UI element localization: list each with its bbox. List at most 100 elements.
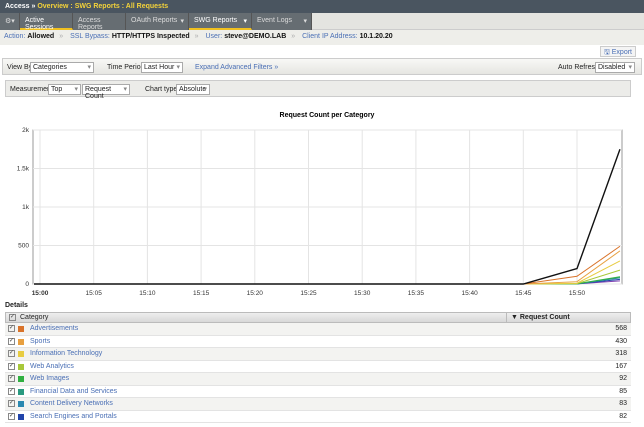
row-checkbox[interactable]: ✓ [8, 387, 15, 395]
auto-refresh-label: Auto Refresh [558, 64, 599, 71]
y-tick-label: 0 [25, 281, 29, 288]
table-header: ✓ Category ▼ Request Count [5, 312, 631, 323]
user-filter-label[interactable]: User: [206, 33, 223, 40]
color-swatch [18, 388, 24, 395]
request-count: 92 [619, 375, 627, 382]
category-link[interactable]: Advertisements [30, 325, 78, 332]
chart-type-select[interactable]: Absolute [176, 84, 210, 95]
ssl-filter-label[interactable]: SSL Bypass: [70, 33, 110, 40]
y-tick-label: 2k [22, 127, 30, 134]
row-checkbox[interactable]: ✓ [8, 412, 15, 420]
table-row: ✓ Financial Data and Services 85 [5, 386, 631, 398]
table-row: ✓ Sports 430 [5, 336, 631, 348]
table-row: ✓ Search Engines and Portals 82 [5, 411, 631, 423]
measurement-select[interactable]: Top [48, 84, 81, 95]
x-tick-label: 15:00 [32, 290, 49, 297]
tab-label: Event Logs [257, 17, 293, 24]
request-count: 430 [615, 337, 627, 345]
expand-filters-link[interactable]: Expand Advanced Filters » [195, 64, 278, 71]
x-tick-label: 15:25 [300, 290, 317, 297]
tab-label: OAuth Reports [131, 17, 178, 24]
category-link[interactable]: Information Technology [30, 350, 102, 357]
category-column-header[interactable]: Category [20, 314, 48, 321]
tab-bar: ⚙▾ Active Sessions Access Reports OAuth … [0, 13, 644, 31]
request-count: 85 [619, 387, 627, 395]
y-tick-label: 1k [22, 204, 30, 211]
row-checkbox[interactable]: ✓ [8, 362, 15, 370]
color-swatch [18, 338, 24, 345]
category-link[interactable]: Content Delivery Networks [30, 400, 113, 407]
x-tick-label: 15:30 [354, 290, 371, 297]
metric-select[interactable]: Request Count [82, 84, 130, 100]
row-checkbox[interactable]: ✓ [8, 325, 15, 332]
table-row: ✓ Content Delivery Networks 83 [5, 398, 631, 411]
export-button[interactable]: 🖫 Export [599, 46, 636, 57]
color-swatch [18, 363, 24, 370]
table-row: ✓ Web Analytics 167 [5, 361, 631, 373]
color-swatch [18, 376, 24, 382]
color-swatch [18, 326, 24, 332]
tab-swg-reports[interactable]: SWG Reports ▾ [189, 13, 252, 30]
table-row: ✓ Web Images 92 [5, 373, 631, 386]
request-count: 318 [615, 350, 627, 357]
tab-label: SWG Reports [194, 17, 238, 24]
tab-oauth-reports[interactable]: OAuth Reports ▾ [126, 13, 189, 30]
tab-label: Access Reports [78, 17, 103, 31]
export-label: Export [611, 49, 632, 56]
request-count: 568 [615, 325, 627, 332]
row-checkbox[interactable]: ✓ [8, 337, 15, 345]
view-toolbar: View By: Categories Time Period: Last Ho… [2, 58, 642, 75]
request-count: 83 [619, 400, 627, 407]
details-title: Details [5, 302, 28, 309]
x-tick-label: 15:15 [193, 290, 210, 297]
category-link[interactable]: Web Analytics [30, 363, 74, 370]
time-period-select[interactable]: Last Hour [141, 62, 183, 73]
action-filter-value: Allowed [27, 33, 55, 40]
category-link[interactable]: Sports [30, 338, 50, 345]
row-checkbox[interactable]: ✓ [8, 375, 15, 382]
color-swatch [18, 401, 24, 407]
tab-active-sessions[interactable]: Active Sessions [20, 13, 73, 31]
section-title: Access [5, 3, 30, 10]
breadcrumb[interactable]: Overview : SWG Reports : All Requests [37, 3, 168, 10]
sep: » [31, 3, 36, 10]
gear-menu-button[interactable]: ⚙▾ [0, 13, 20, 30]
sep: » [291, 33, 296, 40]
tab-event-logs[interactable]: Event Logs ▾ [252, 13, 312, 30]
table-row: ✓ Advertisements 568 [5, 323, 631, 336]
color-swatch [18, 413, 24, 420]
x-tick-label: 15:40 [461, 290, 478, 297]
ip-filter-label[interactable]: Client IP Address: [302, 33, 358, 40]
action-filter-label[interactable]: Action: [4, 33, 25, 40]
row-checkbox[interactable]: ✓ [8, 350, 15, 357]
row-checkbox[interactable]: ✓ [8, 400, 15, 407]
ip-filter-value: 10.1.20.20 [359, 33, 393, 40]
sep: » [59, 33, 64, 40]
tab-access-reports[interactable]: Access Reports [73, 13, 126, 31]
y-tick-label: 1.5k [17, 166, 30, 173]
x-tick-label: 15:20 [247, 290, 264, 297]
chart-options: Measurement: Top Request Count Chart typ… [5, 80, 631, 100]
request-count: 82 [619, 412, 627, 420]
request-count-column-header[interactable]: ▼ Request Count [506, 313, 570, 322]
x-tick-label: 15:45 [515, 290, 532, 297]
view-by-select[interactable]: Categories [30, 62, 94, 73]
category-link[interactable]: Web Images [30, 375, 69, 382]
line-chart: Request Count per Category 0 500 1k 1.5k 2k 15… [17, 112, 623, 297]
chart-title: Request Count per Category [280, 112, 375, 119]
select-all-checkbox[interactable]: ✓ [9, 314, 16, 321]
category-link[interactable]: Financial Data and Services [30, 388, 117, 395]
details-table: ✓ Category ▼ Request Count ✓ Advertisemen… [5, 312, 631, 423]
x-tick-label: 15:50 [569, 290, 586, 297]
category-link[interactable]: Search Engines and Portals [30, 413, 117, 420]
tab-label: Active Sessions [25, 17, 54, 31]
x-tick-label: 15:05 [86, 290, 103, 297]
auto-refresh-select[interactable]: Disabled [595, 62, 635, 73]
header-bar: Access » Overview : SWG Reports : All Re… [0, 0, 644, 13]
filter-bar: Action: Allowed » SSL Bypass: HTTP/HTTPS … [0, 30, 644, 45]
x-tick-label: 15:35 [408, 290, 425, 297]
sep: » [194, 33, 199, 40]
chart-type-label: Chart type: [145, 86, 180, 93]
table-row: ✓ Information Technology 318 [5, 348, 631, 361]
x-tick-label: 15:10 [139, 290, 156, 297]
